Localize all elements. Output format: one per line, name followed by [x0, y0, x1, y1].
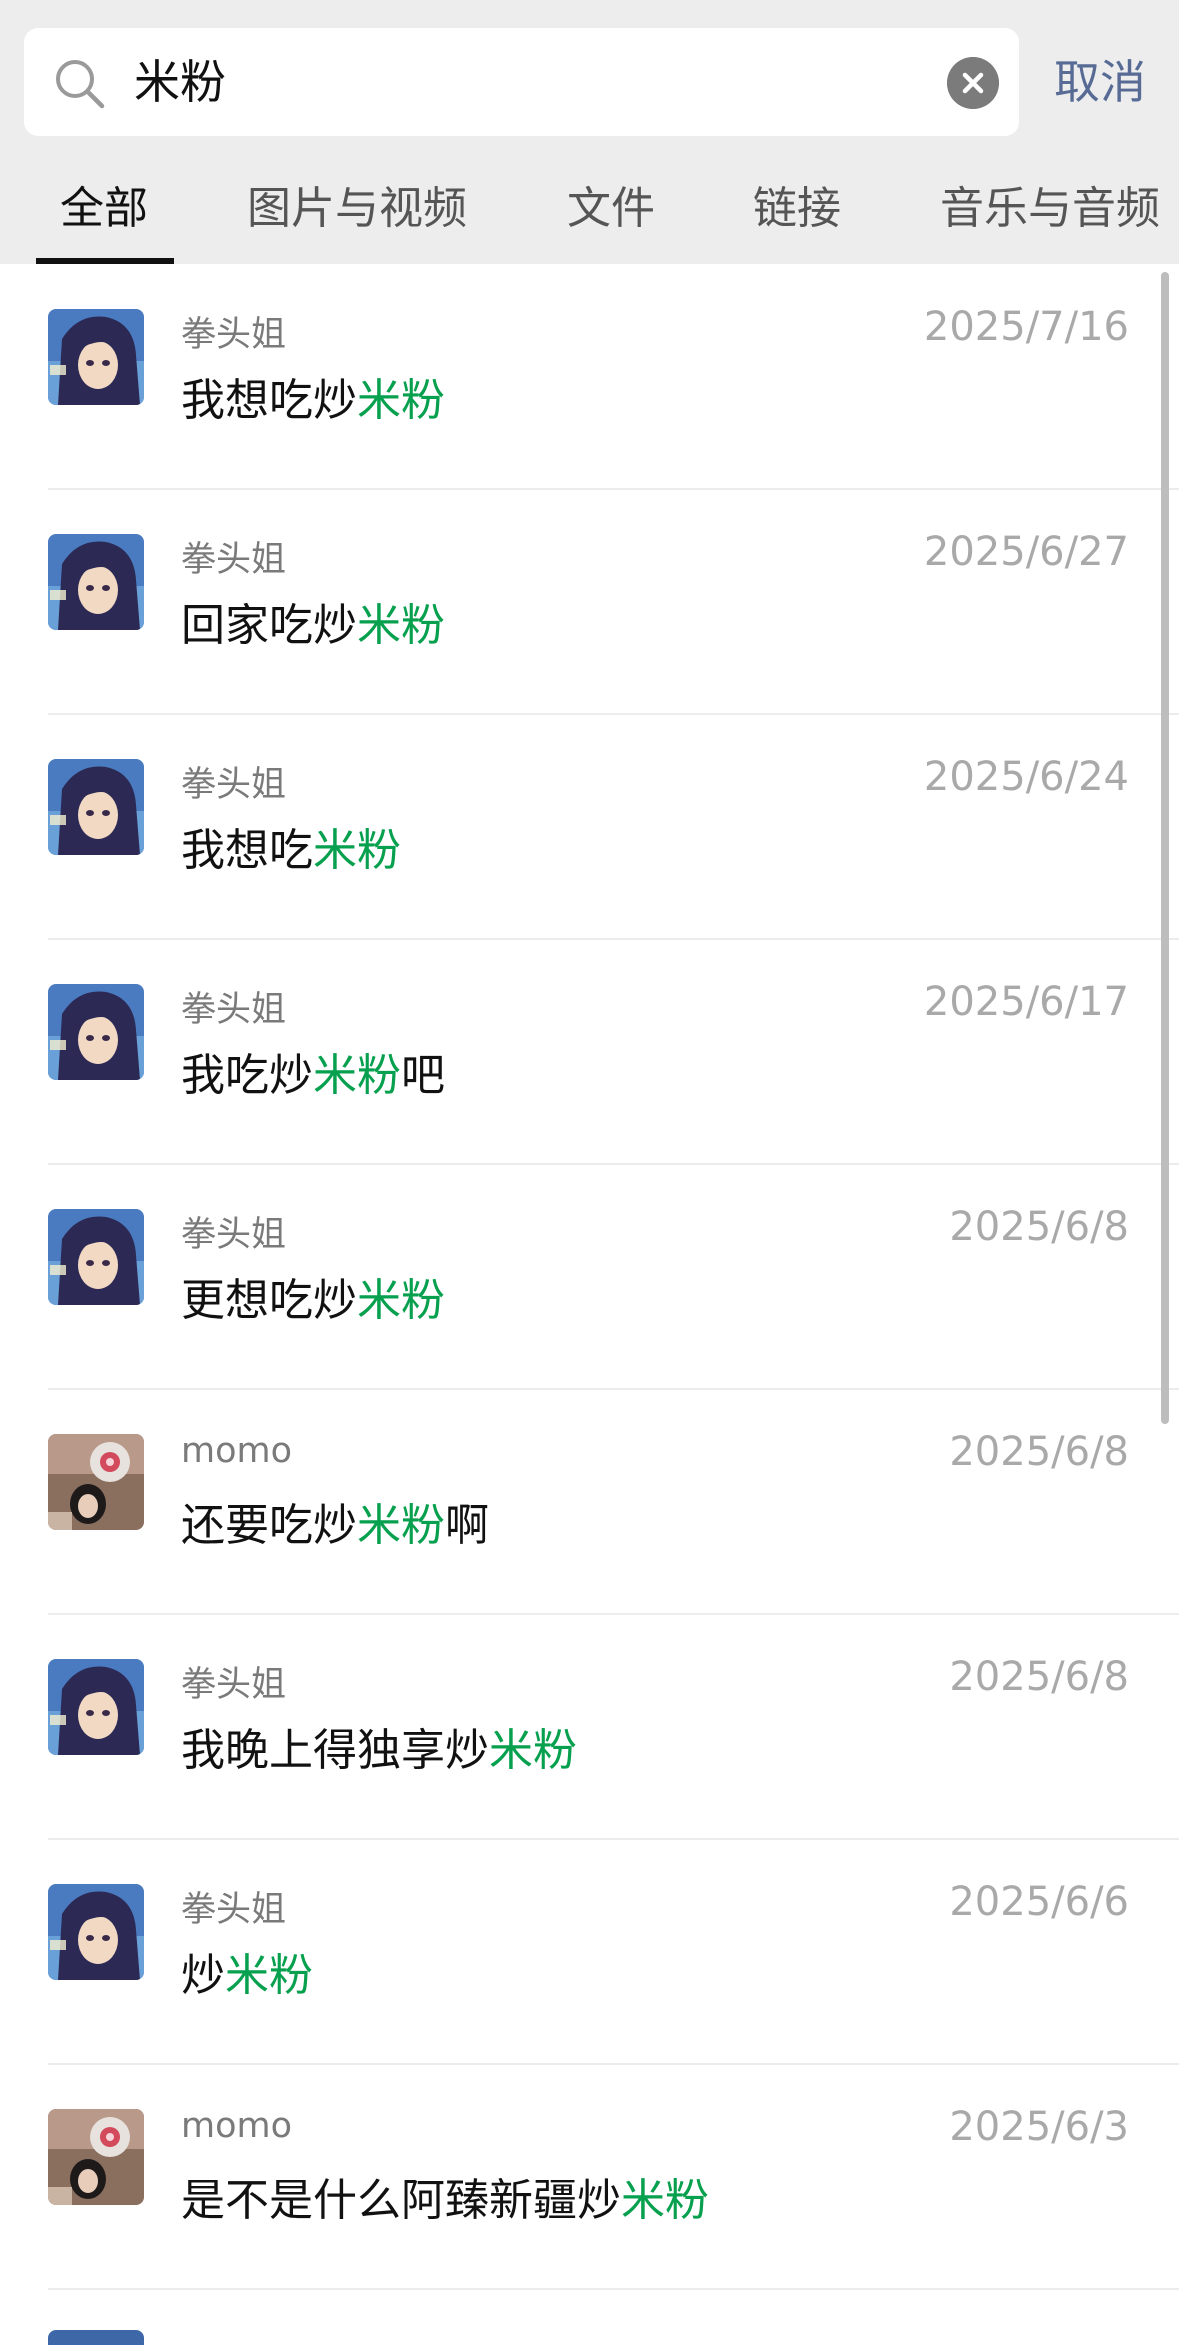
avatar[interactable] — [48, 1659, 144, 1755]
anime-avatar-image — [48, 309, 144, 405]
tab-links[interactable]: 链接 — [753, 170, 841, 264]
avatar[interactable] — [48, 2109, 144, 2205]
keyword-highlight: 米粉 — [357, 1500, 445, 1551]
filter-tabs: 全部 图片与视频 文件 链接 音乐与音频 — [0, 170, 1179, 264]
result-row[interactable]: momo 2025/6/8 还要吃炒米粉啊 — [0, 1389, 1179, 1615]
keyword-highlight: 米粉 — [225, 1950, 313, 2001]
sender-name: 拳头姐 — [181, 765, 287, 805]
message-date: 2025/6/8 — [949, 1429, 1129, 1475]
snippet-text: 回家吃炒 — [181, 600, 357, 651]
keyword-highlight: 米粉 — [357, 1275, 445, 1326]
keyword-highlight: 米粉 — [489, 1725, 577, 1776]
message-snippet: 回家吃炒米粉 — [181, 589, 445, 653]
sender-name: 拳头姐 — [181, 1215, 287, 1255]
message-date: 2025/6/8 — [949, 1204, 1129, 1250]
sender-name: 拳头姐 — [181, 1665, 287, 1705]
sender-name: 拳头姐 — [181, 315, 287, 355]
message-snippet: 我想吃炒米粉 — [181, 364, 445, 428]
clear-icon[interactable] — [947, 57, 999, 109]
message-date: 2025/6/8 — [949, 1654, 1129, 1700]
sender-name: 拳头姐 — [181, 990, 287, 1030]
message-date: 2025/6/24 — [923, 754, 1129, 800]
search-query: 米粉 — [134, 55, 226, 109]
message-date: 2025/6/3 — [949, 2104, 1129, 2150]
message-snippet: 我晚上得独享炒米粉 — [181, 1714, 577, 1778]
result-row[interactable]: 拳头姐 2025/6/8 更想吃炒米粉 — [0, 1164, 1179, 1390]
result-row[interactable]: 拳头姐 2025/6/6 炒米粉 — [0, 1839, 1179, 2065]
scrollbar[interactable] — [1161, 272, 1169, 1424]
snippet-text: 炒 — [181, 1950, 225, 2001]
anime-avatar-image — [48, 984, 144, 1080]
message-date: 2025/6/17 — [923, 979, 1129, 1025]
search-results-list: 拳头姐 2025/7/16 我想吃炒米粉 拳头姐 2025/6/27 回家吃炒米粉 拳头姐 2… — [0, 264, 1179, 2345]
message-snippet: 我吃炒米粉吧 — [181, 1039, 445, 1103]
avatar[interactable] — [48, 1434, 144, 1530]
keyword-highlight: 米粉 — [313, 1050, 401, 1101]
message-date: 2025/6/6 — [949, 1879, 1129, 1925]
result-row[interactable]: 拳头姐 2025/6/17 我吃炒米粉吧 — [0, 939, 1179, 1165]
snippet-text: 啊 — [445, 1500, 489, 1551]
message-date: 2025/7/16 — [923, 304, 1129, 350]
message-snippet: 炒米粉 — [181, 1939, 313, 2003]
anime-avatar-image — [48, 759, 144, 855]
message-snippet: 是不是什么阿臻新疆炒米粉 — [181, 2164, 709, 2228]
result-row[interactable]: 拳头姐 2025/6/24 我想吃米粉 — [0, 714, 1179, 940]
result-row[interactable]: 拳头姐 2025/7/16 我想吃炒米粉 — [0, 264, 1179, 490]
row-divider — [48, 2288, 1179, 2290]
sender-name: 拳头姐 — [181, 1890, 287, 1930]
anime-avatar-image — [48, 534, 144, 630]
snippet-text: 还要吃炒 — [181, 1500, 357, 1551]
avatar[interactable] — [48, 1884, 144, 1980]
snippet-text: 我想吃炒 — [181, 375, 357, 426]
keyword-highlight: 米粉 — [621, 2175, 709, 2226]
tab-all[interactable]: 全部 — [60, 170, 148, 264]
message-snippet: 还要吃炒米粉啊 — [181, 1489, 489, 1553]
result-row[interactable]: 拳头姐 2025/6/8 我晚上得独享炒米粉 — [0, 1614, 1179, 1840]
anime-avatar-image — [48, 1884, 144, 1980]
snippet-text: 更想吃炒 — [181, 1275, 357, 1326]
tab-files[interactable]: 文件 — [567, 170, 655, 264]
avatar — [48, 2330, 144, 2345]
avatar[interactable] — [48, 1209, 144, 1305]
snippet-text: 我吃炒 — [181, 1050, 313, 1101]
photo-avatar-image — [48, 2109, 144, 2205]
cancel-button[interactable]: 取消 — [1030, 28, 1170, 136]
sender-name: momo — [181, 2106, 293, 2146]
message-snippet: 我想吃米粉 — [181, 814, 401, 878]
snippet-text: 我晚上得独享炒 — [181, 1725, 489, 1776]
avatar[interactable] — [48, 984, 144, 1080]
anime-avatar-image — [48, 1659, 144, 1755]
search-input[interactable]: 米粉 — [24, 28, 1019, 136]
tab-images-videos[interactable]: 图片与视频 — [247, 170, 467, 264]
sender-name: 拳头姐 — [181, 540, 287, 580]
photo-avatar-image — [48, 1434, 144, 1530]
snippet-text: 吧 — [401, 1050, 445, 1101]
avatar[interactable] — [48, 534, 144, 630]
search-icon — [56, 60, 105, 109]
snippet-text: 我想吃 — [181, 825, 313, 876]
result-row[interactable]: momo 2025/6/3 是不是什么阿臻新疆炒米粉 — [0, 2064, 1179, 2290]
snippet-text: 是不是什么阿臻新疆炒 — [181, 2175, 621, 2226]
keyword-highlight: 米粉 — [357, 600, 445, 651]
avatar[interactable] — [48, 309, 144, 405]
search-header: 米粉 取消 全部 图片与视频 文件 链接 音乐与音频 — [0, 0, 1179, 264]
tab-music-audio[interactable]: 音乐与音频 — [940, 170, 1160, 264]
sender-name: momo — [181, 1431, 293, 1471]
keyword-highlight: 米粉 — [313, 825, 401, 876]
anime-avatar-image — [48, 1209, 144, 1305]
keyword-highlight: 米粉 — [357, 375, 445, 426]
avatar[interactable] — [48, 759, 144, 855]
message-snippet: 更想吃炒米粉 — [181, 1264, 445, 1328]
result-row[interactable]: 拳头姐 2025/6/27 回家吃炒米粉 — [0, 489, 1179, 715]
message-date: 2025/6/27 — [923, 529, 1129, 575]
